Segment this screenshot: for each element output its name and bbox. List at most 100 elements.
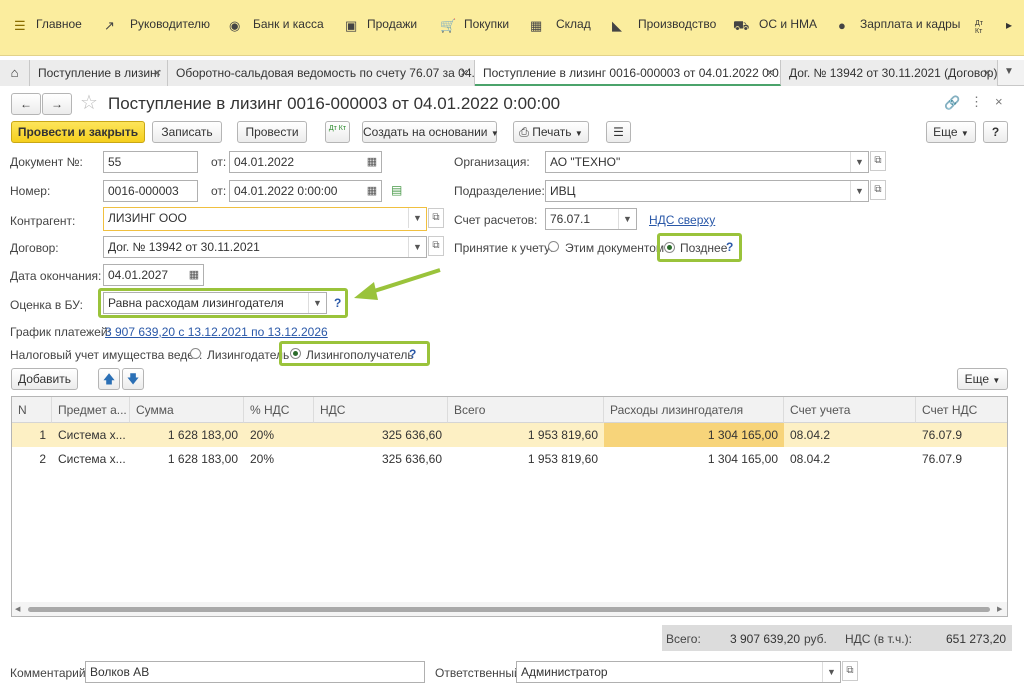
close-icon[interactable]: × bbox=[995, 94, 1003, 109]
scrollbar-thumb[interactable] bbox=[28, 607, 990, 612]
column-header[interactable]: N bbox=[12, 397, 52, 423]
open-responsible-button[interactable]: ⧉ bbox=[842, 661, 858, 681]
scroll-right-icon[interactable]: ▶ bbox=[997, 605, 1002, 613]
chevron-down-icon[interactable]: ▼ bbox=[822, 662, 840, 682]
account-field[interactable]: 76.07.1 ▼ bbox=[545, 208, 637, 230]
responsible-field[interactable]: Администратор ▼ bbox=[516, 661, 841, 683]
move-up-button[interactable]: 🡅 bbox=[98, 368, 120, 390]
save-button[interactable]: Записать bbox=[152, 121, 222, 143]
forward-button[interactable]: → bbox=[42, 93, 72, 115]
scroll-right-icon[interactable]: ▸ bbox=[1006, 18, 1012, 32]
column-header[interactable]: Расходы лизингодателя bbox=[604, 397, 784, 423]
calc-icon[interactable]: ▤ bbox=[391, 183, 402, 197]
end-date-field[interactable]: 04.01.2027 ▦ bbox=[103, 264, 204, 286]
column-header[interactable]: НДС bbox=[314, 397, 448, 423]
dtkt-button[interactable]: Дт Кт bbox=[325, 121, 350, 143]
star-icon[interactable]: ☆ bbox=[80, 90, 98, 115]
open-dept-button[interactable]: ⧉ bbox=[870, 180, 886, 200]
column-header[interactable]: Счет учета bbox=[784, 397, 916, 423]
truck-icon: ⛟ bbox=[733, 18, 750, 33]
column-header[interactable]: % НДС bbox=[244, 397, 314, 423]
chevron-down-icon[interactable]: ▼ bbox=[408, 208, 426, 228]
create-based-on-button[interactable]: Создать на основании ▼ bbox=[362, 121, 499, 143]
doc-date-field[interactable]: 04.01.2022 ▦ bbox=[229, 151, 382, 173]
close-icon[interactable]: × bbox=[460, 60, 468, 86]
help-icon[interactable]: ? bbox=[726, 240, 733, 254]
table-row[interactable]: 2 Система х... 1 628 183,00 20% 325 636,… bbox=[12, 447, 1007, 471]
menu-item-bank[interactable]: ◉ Банк и касса bbox=[229, 17, 329, 37]
comment-field[interactable]: Волков АВ bbox=[85, 661, 425, 683]
print-button[interactable]: ⎙ Печать ▼ bbox=[513, 121, 589, 143]
table-more-button[interactable]: Еще ▼ bbox=[957, 368, 1008, 390]
close-icon[interactable]: × bbox=[983, 60, 991, 86]
bu-valuation-field[interactable]: Равна расходам лизингодателя ▼ bbox=[103, 292, 327, 314]
chevron-down-icon[interactable]: ▼ bbox=[850, 152, 868, 172]
column-header[interactable]: Сумма bbox=[130, 397, 244, 423]
scroll-left-icon[interactable]: ◀ bbox=[15, 605, 20, 613]
org-field[interactable]: АО "ТЕХНО" ▼ bbox=[545, 151, 869, 173]
contractor-field[interactable]: ЛИЗИНГ ООО ▼ bbox=[103, 207, 427, 231]
column-header[interactable]: Всего bbox=[448, 397, 604, 423]
tab-lease-receipt[interactable]: Поступление в лизинг × bbox=[30, 60, 168, 86]
home-tab[interactable]: ⌂ bbox=[0, 60, 30, 86]
list-button[interactable]: ☰ bbox=[606, 121, 631, 143]
number-field[interactable]: 0016-000003 bbox=[103, 180, 198, 202]
vat-on-top-link[interactable]: НДС сверху bbox=[649, 213, 715, 227]
close-icon[interactable]: × bbox=[153, 60, 161, 86]
help-button[interactable]: ? bbox=[983, 121, 1008, 143]
horizontal-scrollbar[interactable]: ◀ ▶ bbox=[12, 602, 1007, 616]
column-header[interactable]: Предмет а... bbox=[52, 397, 130, 423]
doc-no-field[interactable]: 55 bbox=[103, 151, 198, 173]
calendar-icon[interactable]: ▦ bbox=[363, 181, 381, 201]
total-label: Всего: bbox=[666, 632, 701, 646]
post-button[interactable]: Провести bbox=[237, 121, 307, 143]
table-cell: 08.04.2 bbox=[790, 428, 831, 442]
table-cell-selected[interactable]: 1 304 165,00 bbox=[604, 423, 784, 447]
dept-field[interactable]: ИВЦ ▼ bbox=[545, 180, 869, 202]
calendar-icon[interactable]: ▦ bbox=[363, 152, 381, 172]
dtkt-icon[interactable]: Дт Кт bbox=[975, 20, 989, 36]
table-cell: 20% bbox=[250, 452, 275, 466]
chevron-down-icon[interactable]: ▼ bbox=[308, 293, 326, 313]
radio-lessor[interactable] bbox=[190, 348, 201, 359]
menu-item-assets[interactable]: ⛟ ОС и НМА bbox=[733, 17, 818, 37]
open-contract-button[interactable]: ⧉ bbox=[428, 236, 444, 256]
tabs-dropdown-icon[interactable]: ▼ bbox=[1004, 66, 1014, 77]
chevron-down-icon[interactable]: ▼ bbox=[618, 209, 636, 229]
help-icon[interactable]: ? bbox=[409, 347, 416, 361]
contract-field[interactable]: Дог. № 13942 от 30.11.2021 ▼ bbox=[103, 236, 427, 258]
add-row-button[interactable]: Добавить bbox=[11, 368, 78, 390]
back-button[interactable]: ← bbox=[11, 93, 41, 115]
post-and-close-button[interactable]: Провести и закрыть bbox=[11, 121, 145, 143]
tab-contract[interactable]: Дог. № 13942 от 30.11.2021 (Договор) × bbox=[781, 60, 998, 86]
menu-item-main[interactable]: ☰ Главное bbox=[14, 17, 89, 37]
menu-item-production[interactable]: ◣ Производство bbox=[612, 17, 717, 37]
close-icon[interactable]: × bbox=[766, 60, 774, 84]
calendar-icon[interactable]: ▦ bbox=[185, 265, 203, 285]
number-date-field[interactable]: 04.01.2022 0:00:00 ▦ bbox=[229, 180, 382, 202]
radio-later[interactable] bbox=[664, 242, 675, 253]
schedule-link[interactable]: 3 907 639,20 с 13.12.2021 по 13.12.2026 bbox=[105, 325, 328, 339]
menu-item-sales[interactable]: ▣ Продажи bbox=[345, 17, 420, 37]
menu-item-salary[interactable]: ● Зарплата и кадры bbox=[838, 17, 960, 37]
radio-later-label: Позднее bbox=[680, 241, 728, 255]
link-icon[interactable]: 🔗 bbox=[944, 95, 960, 111]
radio-this-document[interactable] bbox=[548, 241, 559, 252]
chevron-down-icon[interactable]: ▼ bbox=[408, 237, 426, 257]
chevron-down-icon[interactable]: ▼ bbox=[850, 181, 868, 201]
menu-dots-icon[interactable]: ⋮ bbox=[970, 94, 983, 110]
more-button[interactable]: Еще ▼ bbox=[926, 121, 976, 143]
tab-bar: ⌂ Поступление в лизинг × Оборотно-сальдов… bbox=[0, 60, 1024, 86]
table-cell: 2 bbox=[39, 452, 46, 466]
open-org-button[interactable]: ⧉ bbox=[870, 151, 886, 171]
move-down-button[interactable]: 🡇 bbox=[122, 368, 144, 390]
menu-item-warehouse[interactable]: ▦ Склад bbox=[530, 17, 595, 37]
tab-balance-sheet[interactable]: Оборотно-сальдовая ведомость по счету 76… bbox=[168, 60, 475, 86]
table-row[interactable]: 1 Система х... 1 628 183,00 20% 325 636,… bbox=[12, 423, 1007, 447]
column-header[interactable]: Счет НДС bbox=[916, 397, 1007, 423]
radio-lessee[interactable] bbox=[290, 348, 301, 359]
menu-item-manager[interactable]: ↗ Руководителю bbox=[104, 17, 210, 37]
menu-item-purchases[interactable]: 🛒 Покупки bbox=[440, 17, 515, 37]
tab-current-document[interactable]: Поступление в лизинг 0016-000003 от 04.0… bbox=[475, 60, 781, 86]
open-contractor-button[interactable]: ⧉ bbox=[428, 208, 444, 228]
